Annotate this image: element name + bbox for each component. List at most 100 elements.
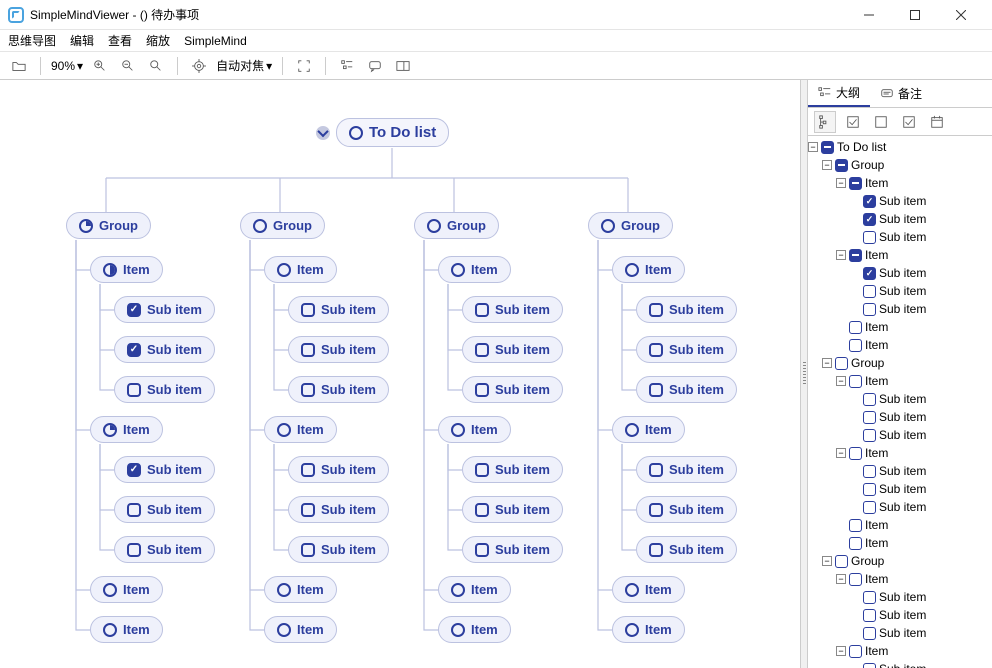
subitem-node[interactable]: Sub item (462, 296, 563, 323)
box-view-button[interactable] (870, 111, 892, 133)
checkbox-icon[interactable] (863, 285, 876, 298)
menu-mindmap[interactable]: 思维导图 (8, 32, 56, 49)
tree-twist-icon[interactable]: − (822, 358, 832, 368)
checkbox-partial-icon[interactable] (821, 141, 834, 154)
checkbox-icon[interactable] (863, 483, 876, 496)
subitem-node[interactable]: Sub item (636, 336, 737, 363)
window-close-button[interactable] (938, 0, 984, 30)
tree-twist-icon[interactable]: − (836, 448, 846, 458)
tree-subitem[interactable]: Sub item (850, 210, 992, 228)
checkbox-icon[interactable] (849, 519, 862, 532)
checkbox-icon[interactable] (863, 393, 876, 406)
fullscreen-button[interactable] (293, 55, 315, 77)
subitem-node[interactable]: Sub item (114, 456, 215, 483)
tree-twist-icon[interactable]: − (836, 574, 846, 584)
item-node[interactable]: Item (612, 616, 685, 643)
tab-outline[interactable]: 大纲 (808, 80, 870, 107)
tree-group[interactable]: −Group (822, 156, 992, 174)
subitem-node[interactable]: Sub item (462, 376, 563, 403)
subitem-node[interactable]: Sub item (288, 296, 389, 323)
menu-edit[interactable]: 编辑 (70, 32, 94, 49)
tree-subitem[interactable]: Sub item (850, 264, 992, 282)
checkbox-icon[interactable] (863, 609, 876, 622)
tree-item[interactable]: −Item (836, 174, 992, 192)
tree-item[interactable]: Item (836, 318, 992, 336)
tree-subitem[interactable]: Sub item (850, 462, 992, 480)
open-button[interactable] (8, 55, 30, 77)
checkbox-checked-icon[interactable] (863, 213, 876, 226)
item-node[interactable]: Item (264, 576, 337, 603)
tree-subitem[interactable]: Sub item (850, 660, 992, 668)
subitem-node[interactable]: Sub item (114, 376, 215, 403)
root-node[interactable]: To Do list (336, 118, 449, 147)
tree-group[interactable]: −Group (822, 354, 992, 372)
mindmap-canvas[interactable]: To Do list Group Item Sub item Sub item Sub i… (0, 80, 800, 668)
sidebar-splitter[interactable] (800, 80, 808, 668)
subitem-node[interactable]: Sub item (636, 376, 737, 403)
checkbox-icon[interactable] (863, 231, 876, 244)
checkbox-partial-icon[interactable] (849, 177, 862, 190)
checkbox-checked-icon[interactable] (863, 267, 876, 280)
subitem-node[interactable]: Sub item (288, 536, 389, 563)
tree-item[interactable]: −Item (836, 444, 992, 462)
subitem-node[interactable]: Sub item (114, 296, 215, 323)
checkbox-icon[interactable] (849, 321, 862, 334)
checkbox-icon[interactable] (849, 573, 862, 586)
subitem-node[interactable]: Sub item (462, 536, 563, 563)
item-node[interactable]: Item (612, 576, 685, 603)
checkbox-icon[interactable] (863, 411, 876, 424)
checkbox-checked-icon[interactable] (863, 195, 876, 208)
checkbox-icon[interactable] (863, 663, 876, 668)
subitem-node[interactable]: Sub item (636, 296, 737, 323)
subitem-node[interactable]: Sub item (288, 376, 389, 403)
item-node[interactable]: Item (612, 256, 685, 283)
checkbox-view-button[interactable] (842, 111, 864, 133)
subitem-node[interactable]: Sub item (114, 496, 215, 523)
subitem-node[interactable]: Sub item (636, 456, 737, 483)
item-node[interactable]: Item (90, 616, 163, 643)
checkbox-icon[interactable] (863, 501, 876, 514)
menu-zoom[interactable]: 缩放 (146, 32, 170, 49)
tree-subitem[interactable]: Sub item (850, 606, 992, 624)
window-minimize-button[interactable] (846, 0, 892, 30)
checkbox-partial-icon[interactable] (849, 249, 862, 262)
item-node[interactable]: Item (438, 616, 511, 643)
tree-twist-icon[interactable]: − (822, 556, 832, 566)
checkbox-icon[interactable] (863, 465, 876, 478)
tree-item[interactable]: Item (836, 534, 992, 552)
outline-button[interactable] (336, 55, 358, 77)
zoom-dropdown[interactable]: 90%▾ (51, 55, 83, 77)
item-node[interactable]: Item (264, 256, 337, 283)
item-node[interactable]: Item (612, 416, 685, 443)
checkbox-icon[interactable] (849, 375, 862, 388)
group-node[interactable]: Group (240, 212, 325, 239)
group-node[interactable]: Group (588, 212, 673, 239)
panel-toggle-button[interactable] (392, 55, 414, 77)
tree-subitem[interactable]: Sub item (850, 426, 992, 444)
checkbox-icon[interactable] (849, 339, 862, 352)
subitem-node[interactable]: Sub item (462, 456, 563, 483)
tree-item[interactable]: Item (836, 336, 992, 354)
subitem-node[interactable]: Sub item (288, 496, 389, 523)
subitem-node[interactable]: Sub item (462, 336, 563, 363)
menu-simplemind[interactable]: SimpleMind (184, 34, 247, 48)
zoom-in-button[interactable] (89, 55, 111, 77)
menu-view[interactable]: 查看 (108, 32, 132, 49)
item-node[interactable]: Item (90, 256, 163, 283)
item-node[interactable]: Item (438, 256, 511, 283)
item-node[interactable]: Item (264, 416, 337, 443)
notes-button[interactable] (364, 55, 386, 77)
item-node[interactable]: Item (438, 576, 511, 603)
tree-twist-icon[interactable]: − (836, 250, 846, 260)
tree-root-node[interactable]: −To Do list (808, 138, 992, 156)
tree-subitem[interactable]: Sub item (850, 228, 992, 246)
checkbox-icon[interactable] (849, 447, 862, 460)
checkbox-icon[interactable] (863, 303, 876, 316)
zoom-out-button[interactable] (117, 55, 139, 77)
tree-item[interactable]: −Item (836, 570, 992, 588)
subitem-node[interactable]: Sub item (636, 536, 737, 563)
tree-item[interactable]: −Item (836, 246, 992, 264)
tree-group[interactable]: −Group (822, 552, 992, 570)
tree-subitem[interactable]: Sub item (850, 390, 992, 408)
checkbox-icon[interactable] (863, 591, 876, 604)
